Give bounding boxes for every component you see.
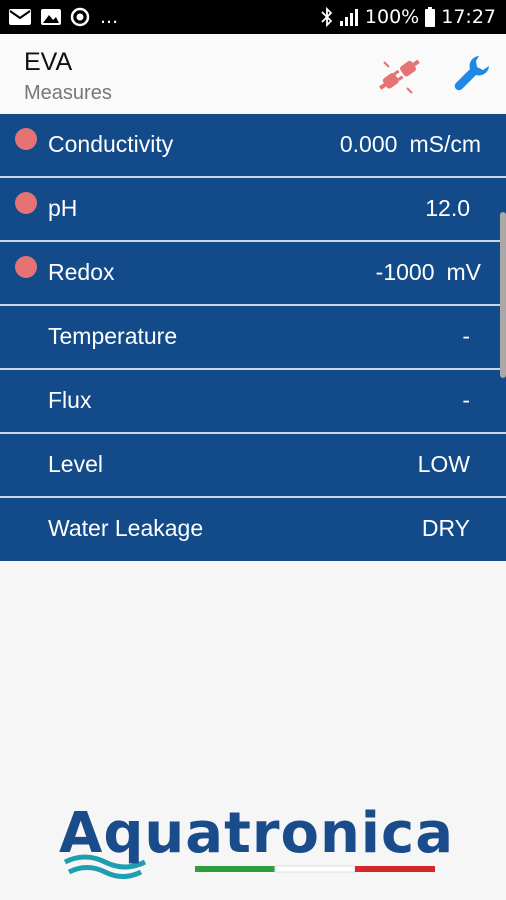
signal-icon <box>339 9 358 26</box>
more-notifications: ... <box>100 6 119 28</box>
measure-value: - <box>462 323 470 350</box>
measure-number: - <box>462 323 470 349</box>
measure-row-conductivity[interactable]: Conductivity 0.000 mS/cm <box>0 114 506 178</box>
measure-label: Level <box>48 451 103 477</box>
measures-list: Conductivity 0.000 mS/cm pH 12.0 Redox -1000 mV… <box>0 114 506 561</box>
measure-row-water-leakage[interactable]: Water Leakage DRY <box>0 498 506 561</box>
wrench-icon <box>454 56 489 91</box>
measure-row-ph[interactable]: pH 12.0 <box>0 178 506 242</box>
email-icon <box>9 9 31 25</box>
measure-value: - <box>462 387 470 414</box>
measure-value: 12.0 <box>425 195 470 222</box>
measure-label: pH <box>48 195 78 221</box>
measure-label: Conductivity <box>48 131 174 157</box>
alarm-indicator-icon <box>15 128 37 150</box>
measure-value: -1000 mV <box>376 259 481 286</box>
app-bar: EVA Measures <box>0 34 506 114</box>
measure-number: 12.0 <box>425 195 470 221</box>
measure-number: 0.000 <box>339 131 398 157</box>
measure-unit: mS/cm <box>409 131 481 157</box>
measure-number: DRY <box>421 515 470 541</box>
notification-icons: ... <box>8 7 118 27</box>
measure-unit: mV <box>446 259 482 285</box>
measure-value: LOW <box>418 451 470 478</box>
measure-label: Water Leakage <box>48 515 204 541</box>
connection-button[interactable] <box>374 50 424 100</box>
measure-number: LOW <box>417 451 470 477</box>
measure-number: - <box>462 387 470 413</box>
measure-number: -1000 <box>375 259 435 285</box>
measure-value: 0.000 mS/cm <box>340 131 481 158</box>
logo-text: Aquatronica <box>59 801 454 866</box>
measure-label: Flux <box>48 387 92 413</box>
plug-disconnected-icon <box>379 59 420 94</box>
measure-value: DRY <box>422 515 470 542</box>
measure-row-redox[interactable]: Redox -1000 mV <box>0 242 506 306</box>
measure-row-temperature[interactable]: Temperature - <box>0 306 506 370</box>
system-indicators: 100% 17:27 <box>321 6 496 28</box>
logo-graphic: Aquatronica <box>59 801 454 879</box>
clock: 17:27 <box>441 6 496 28</box>
alarm-indicator-icon <box>15 256 37 278</box>
scrollbar[interactable] <box>500 212 506 378</box>
settings-button[interactable] <box>452 52 492 96</box>
target-icon <box>70 7 90 27</box>
measure-row-flux[interactable]: Flux - <box>0 370 506 434</box>
measure-row-level[interactable]: Level LOW <box>0 434 506 498</box>
app-subtitle: Measures <box>24 82 112 104</box>
measure-label: Redox <box>48 259 115 285</box>
battery-percent: 100% <box>364 6 420 28</box>
app-title: EVA <box>24 48 73 76</box>
bluetooth-icon <box>321 7 333 27</box>
battery-icon <box>425 7 436 27</box>
measure-label: Temperature <box>48 323 178 349</box>
alarm-indicator-icon <box>15 192 37 214</box>
aquatronica-logo: Aquatronica <box>55 800 455 890</box>
image-icon <box>41 9 61 25</box>
status-bar: ... 100% 17:27 <box>0 0 506 34</box>
